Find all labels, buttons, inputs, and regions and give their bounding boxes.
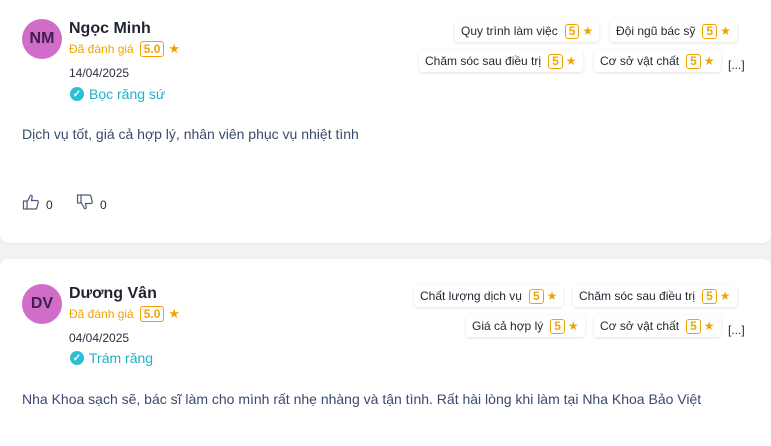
criteria-chip: Chất lượng dịch vụ 5 ★ [414,285,564,307]
rating-score: 5.0 [139,306,165,322]
thumbs-down-icon [76,194,93,210]
criteria-score: 5 [702,23,718,39]
like-button[interactable]: 0 [22,193,53,211]
criteria-chip: Cơ sở vật chất 5 ★ [594,50,721,72]
more-criteria-button[interactable]: [...] [728,58,745,72]
avatar: NM [22,19,62,59]
criteria-chip: Chăm sóc sau điều trị 5 ★ [573,285,737,307]
check-circle-icon: ✓ [70,87,84,101]
criteria-label: Chăm sóc sau điều trị [425,54,542,68]
criteria-score: 5 [548,53,563,69]
criteria-label: Quy trình làm việc [461,24,558,38]
criteria-score: 5 [686,53,701,69]
star-icon: ★ [567,319,579,333]
reviewer-name: Ngọc Minh [69,20,151,37]
review-comment: Dịch vụ tốt, giá cả hợp lý, nhân viên ph… [22,126,359,142]
service-label: Trám răng [89,350,154,366]
star-icon: ★ [168,41,181,56]
review-card: DV Dương Vân Đã đánh giá 5.0 ★ 04/04/202… [0,259,771,446]
criteria-label: Chăm sóc sau điều trị [579,289,696,303]
criteria-chip: Quy trình làm việc 5 ★ [455,20,600,42]
criteria-score: 5 [702,288,717,304]
overall-rating: Đã đánh giá 5.0 ★ [69,306,180,322]
criteria-chip: Giá cả hợp lý 5 ★ [466,315,585,337]
reviewer-name: Dương Vân [69,285,157,302]
star-icon: ★ [703,319,715,333]
rating-label: Đã đánh giá [69,307,134,321]
avatar: DV [22,284,62,324]
review-card: NM Ngọc Minh Đã đánh giá 5.0 ★ 14/04/202… [0,0,771,243]
criteria-label: Cơ sở vật chất [600,319,680,333]
star-icon: ★ [720,24,731,38]
criteria-score: 5 [686,318,701,334]
criteria-score: 5 [550,318,565,334]
like-count: 0 [46,198,53,212]
star-icon: ★ [546,289,558,303]
rating-score: 5.0 [139,41,165,57]
star-icon: ★ [582,24,594,38]
service-tag: ✓ Bọc răng sứ [70,86,165,102]
overall-rating: Đã đánh giá 5.0 ★ [69,41,180,57]
criteria-chip: Chăm sóc sau điều trị 5 ★ [419,50,583,72]
criteria-chip: Cơ sở vật chất 5 ★ [594,315,721,337]
dislike-count: 0 [100,198,107,212]
criteria-label: Đội ngũ bác sỹ [616,24,696,38]
review-date: 04/04/2025 [69,331,130,345]
service-tag: ✓ Trám răng [70,350,153,366]
check-circle-icon: ✓ [70,351,84,365]
criteria-chip: Đội ngũ bác sỹ 5 ★ [610,20,737,42]
star-icon: ★ [168,306,181,321]
dislike-button[interactable]: 0 [76,193,107,211]
criteria-score: 5 [528,288,544,304]
criteria-label: Giá cả hợp lý [472,319,544,333]
criteria-label: Chất lượng dịch vụ [420,289,522,303]
review-comment: Nha Khoa sạch sẽ, bác sĩ làm cho mình rấ… [22,391,702,407]
criteria-score: 5 [564,23,580,39]
rating-label: Đã đánh giá [69,42,134,56]
star-icon: ★ [565,54,577,68]
review-date: 14/04/2025 [69,66,130,80]
more-criteria-button[interactable]: [...] [728,323,745,337]
star-icon: ★ [719,289,731,303]
service-label: Bọc răng sứ [89,86,166,102]
criteria-label: Cơ sở vật chất [600,54,680,68]
star-icon: ★ [703,54,715,68]
thumbs-up-icon [22,194,39,210]
